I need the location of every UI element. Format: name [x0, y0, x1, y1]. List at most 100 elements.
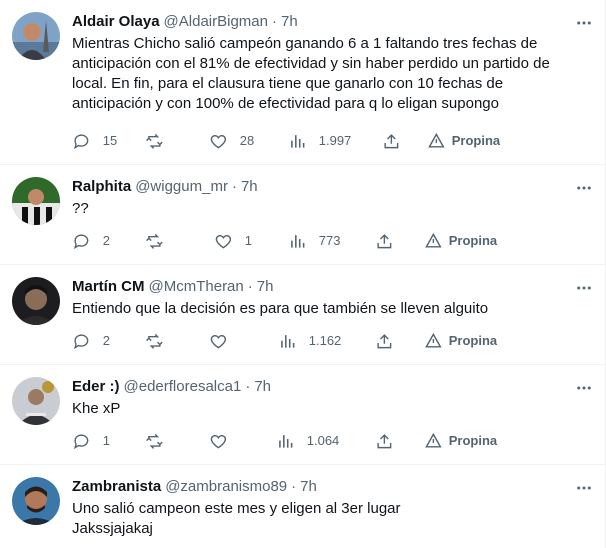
separator-dot: ·	[247, 278, 253, 295]
share-icon	[377, 333, 392, 348]
share-icon	[384, 133, 399, 148]
avatar[interactable]	[12, 477, 60, 525]
avatar[interactable]	[12, 277, 60, 325]
heart-icon	[210, 134, 227, 149]
like-button[interactable]: 28	[209, 131, 254, 151]
tip-label: Propina	[448, 233, 498, 248]
like-button[interactable]	[209, 431, 240, 451]
tweet[interactable]: Zambranista @zambranismo89 · 7h Uno sali…	[0, 465, 605, 548]
tweet-text: Uno salió campeon este mes y eligen al 3…	[72, 500, 401, 537]
user-handle[interactable]: @AldairBigman	[164, 12, 268, 32]
view-count: 1.064	[306, 433, 340, 448]
user-handle[interactable]: @ederfloresalca1	[124, 377, 242, 397]
more-options-icon[interactable]	[575, 379, 593, 397]
tip-icon	[428, 132, 445, 148]
tweet-header: Aldair Olaya @AldairBigman · 7h	[72, 12, 589, 32]
user-handle[interactable]: @zambranismo89	[165, 477, 287, 497]
tweet-actions: 1 1.064 Propina	[72, 431, 589, 451]
display-name[interactable]: Martín CM	[72, 277, 145, 297]
timestamp[interactable]: 7h	[257, 277, 274, 297]
tip-label: Propina	[448, 333, 498, 348]
tweet[interactable]: Aldair Olaya @AldairBigman · 7h Mientras…	[0, 0, 605, 165]
separator-dot: ·	[271, 13, 277, 30]
tip-button[interactable]: Propina	[427, 131, 500, 151]
reply-count: 2	[102, 333, 110, 348]
timestamp[interactable]: 7h	[254, 377, 271, 397]
tip-label: Propina	[448, 433, 498, 448]
retweet-icon	[146, 433, 163, 449]
views-button[interactable]: 1.162	[278, 331, 341, 351]
views-icon	[281, 334, 295, 348]
avatar[interactable]	[12, 12, 60, 60]
like-button[interactable]: 1	[214, 231, 252, 251]
reply-button[interactable]: 15	[72, 131, 117, 151]
tweet-header: Martín CM @McmTheran · 7h	[72, 277, 589, 297]
more-options-icon[interactable]	[575, 279, 593, 297]
reply-icon	[73, 234, 89, 249]
share-button[interactable]	[375, 331, 394, 351]
user-handle[interactable]: @wiggum_mr	[135, 177, 228, 197]
tweet-text: Entiendo que la decisión es para que tam…	[72, 300, 489, 317]
like-button[interactable]	[209, 331, 240, 351]
retweet-button[interactable]	[145, 431, 176, 451]
tip-icon	[425, 432, 442, 448]
tweet-text: ??	[72, 200, 89, 217]
user-handle[interactable]: @McmTheran	[149, 277, 244, 297]
display-name[interactable]: Ralphita	[72, 177, 131, 197]
retweet-icon	[146, 133, 163, 149]
reply-button[interactable]: 2	[72, 231, 110, 251]
views-icon	[291, 234, 305, 248]
tweet-header: Eder :) @ederfloresalca1 · 7h	[72, 377, 589, 397]
avatar[interactable]	[12, 377, 60, 425]
heart-icon	[210, 434, 227, 449]
views-button[interactable]: 773	[288, 231, 340, 251]
timestamp[interactable]: 7h	[241, 177, 258, 197]
views-button[interactable]: 1.997	[288, 131, 351, 151]
retweet-button[interactable]	[145, 231, 176, 251]
tip-button[interactable]: Propina	[424, 231, 497, 251]
view-count: 1.162	[308, 333, 342, 348]
retweet-button[interactable]	[145, 131, 176, 151]
views-icon	[291, 134, 305, 148]
heart-icon	[210, 334, 227, 349]
tip-icon	[425, 232, 442, 248]
tweet[interactable]: Martín CM @McmTheran · 7h Entiendo que l…	[0, 265, 605, 365]
tweet[interactable]: Eder :) @ederfloresalca1 · 7h Khe xP 1 1…	[0, 365, 605, 465]
like-count: 1	[244, 233, 252, 248]
avatar[interactable]	[12, 177, 60, 225]
tweet-text: Khe xP	[72, 400, 121, 417]
share-icon	[377, 433, 392, 448]
tip-button[interactable]: Propina	[424, 331, 497, 351]
share-button[interactable]	[382, 131, 401, 151]
retweet-button[interactable]	[145, 331, 176, 351]
display-name[interactable]: Eder :)	[72, 377, 120, 397]
reply-count: 1	[102, 433, 110, 448]
display-name[interactable]: Zambranista	[72, 477, 161, 497]
share-button[interactable]	[375, 431, 394, 451]
more-options-icon[interactable]	[575, 179, 593, 197]
tweet-header: Zambranista @zambranismo89 · 7h	[72, 477, 589, 497]
timestamp[interactable]: 7h	[300, 477, 317, 497]
reply-icon	[73, 434, 89, 449]
reply-button[interactable]: 1	[72, 431, 110, 451]
tweet-header: Ralphita @wiggum_mr · 7h	[72, 177, 589, 197]
tweet-actions: 2 1 773 Propina	[72, 231, 589, 251]
separator-dot: ·	[245, 378, 251, 395]
more-options-icon[interactable]	[575, 479, 593, 497]
separator-dot: ·	[291, 478, 297, 495]
views-button[interactable]: 1.064	[276, 431, 339, 451]
tip-button[interactable]: Propina	[424, 431, 497, 451]
reply-button[interactable]: 2	[72, 331, 110, 351]
share-button[interactable]	[375, 231, 394, 251]
tip-icon	[425, 332, 442, 348]
timestamp[interactable]: 7h	[281, 12, 298, 32]
display-name[interactable]: Aldair Olaya	[72, 12, 160, 32]
tweet[interactable]: Ralphita @wiggum_mr · 7h ?? 2 1 773 Prop…	[0, 165, 605, 265]
view-count: 773	[318, 233, 341, 248]
more-options-icon[interactable]	[575, 14, 593, 32]
reply-count: 2	[102, 233, 110, 248]
tweet-actions: 2 1.162 Propina	[72, 331, 589, 351]
view-count: 1.997	[318, 133, 352, 148]
tweet-timeline: Aldair Olaya @AldairBigman · 7h Mientras…	[0, 0, 606, 548]
separator-dot: ·	[231, 178, 237, 195]
